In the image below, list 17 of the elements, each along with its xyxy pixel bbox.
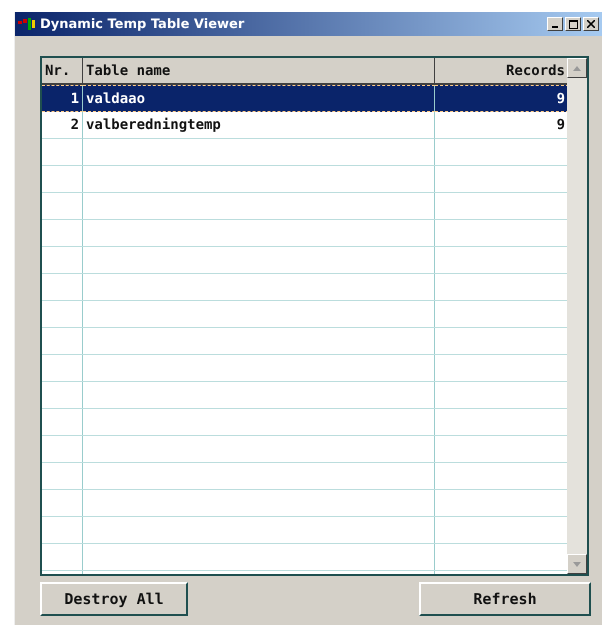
table-cell: 9 [435,85,567,112]
app-icon [18,18,36,30]
column-header[interactable]: Records [435,58,567,85]
destroy-all-button[interactable]: Destroy All [40,582,188,616]
maximize-button[interactable] [565,17,581,31]
column-header[interactable]: Table name [83,58,435,85]
table-cell: 2 [42,112,83,139]
minimize-button[interactable] [547,17,563,31]
maximize-icon [568,20,578,28]
table-cell: valdaao [83,85,435,112]
refresh-button[interactable]: Refresh [419,582,591,616]
table-cell: 1 [42,85,83,112]
close-button[interactable] [583,17,599,31]
table-cell: valberedningtemp [83,112,435,139]
window-title: Dynamic Temp Table Viewer [40,16,246,32]
close-icon [587,20,595,28]
column-header[interactable]: Nr. [42,58,83,85]
